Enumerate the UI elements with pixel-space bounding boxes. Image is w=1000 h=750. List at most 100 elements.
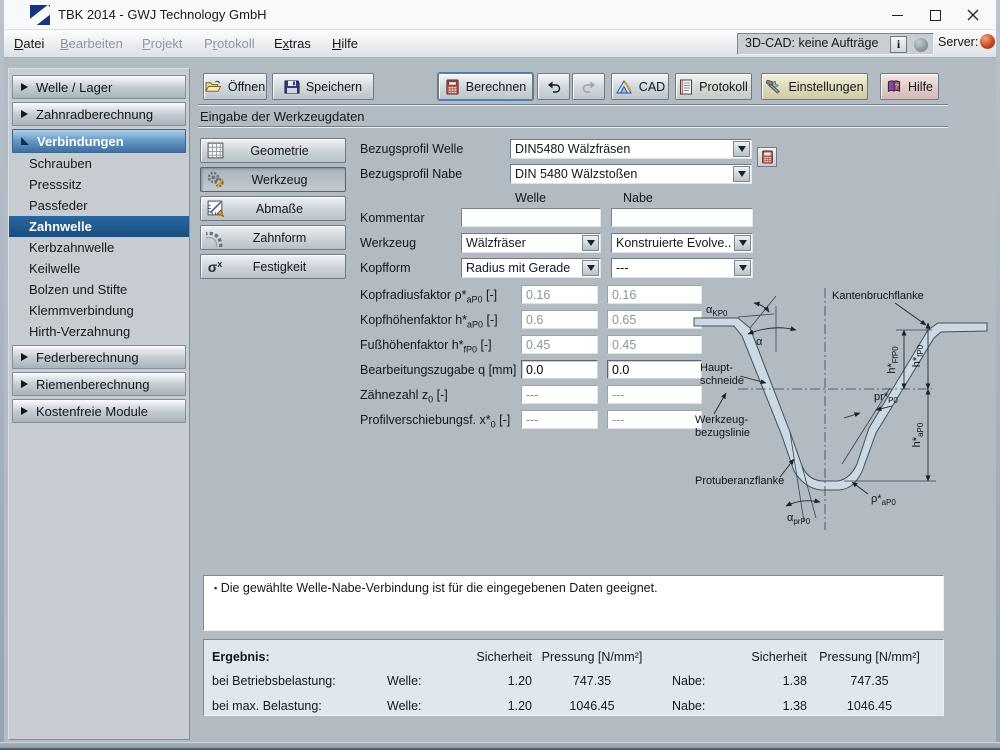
settings-button[interactable]: Einstellungen bbox=[761, 73, 868, 100]
dropdown-button[interactable] bbox=[582, 235, 599, 251]
kopfradiusfaktor-label: Kopfradiusfaktor ρ*aP0 [-] bbox=[360, 288, 497, 305]
rho-ap0-label: ρ*aP0 bbox=[871, 493, 896, 507]
separator bbox=[198, 104, 948, 106]
sidebar-item-hirth-verzahnung[interactable]: Hirth-Verzahnung bbox=[9, 321, 189, 342]
dropdown-button[interactable] bbox=[734, 260, 751, 276]
bezugsprofil-welle-select[interactable]: DIN5480 Wälzfräsen bbox=[510, 139, 752, 159]
fusshoehenfaktor-nabe-input[interactable] bbox=[607, 335, 702, 354]
dropdown-button[interactable] bbox=[733, 166, 750, 182]
profilverschiebung-nabe-input[interactable] bbox=[607, 410, 702, 429]
protocol-button[interactable]: Protokoll bbox=[675, 73, 752, 100]
result-row-label: bei Betriebsbelastung: bbox=[212, 674, 387, 688]
bearbeitungszugabe-welle-input[interactable] bbox=[521, 360, 598, 379]
window-frame-right bbox=[996, 0, 1000, 750]
module-button-geometrie[interactable]: Geometrie bbox=[200, 138, 346, 163]
profilverschiebung-welle-input[interactable] bbox=[521, 410, 598, 429]
collapse-arrow-icon bbox=[21, 137, 29, 145]
dropdown-button[interactable] bbox=[734, 235, 751, 251]
chevron-down-icon bbox=[587, 240, 595, 246]
sidebar-item-presssitz[interactable]: Presssitz bbox=[9, 174, 189, 195]
module-button-abmasse[interactable]: Abmaße bbox=[200, 196, 346, 221]
werkzeugbezugslinie-label-2: bezugslinie bbox=[695, 427, 750, 439]
sidebar-item-kerbzahnwelle[interactable]: Kerbzahnwelle bbox=[9, 237, 189, 258]
werkzeug-welle-select[interactable]: Wälzfräser bbox=[461, 233, 601, 253]
result-nabe-pressung: 1046.45 bbox=[807, 699, 932, 713]
sidebar-item-keilwelle[interactable]: Keilwelle bbox=[9, 258, 189, 279]
col-pressung-nabe: Pressung [N/mm²] bbox=[807, 650, 932, 664]
close-button[interactable] bbox=[954, 0, 992, 30]
expand-arrow-icon bbox=[21, 380, 28, 388]
sidebar-item-klemmverbindung[interactable]: Klemmverbindung bbox=[9, 300, 189, 321]
result-welle-label: Welle: bbox=[387, 699, 462, 713]
result-welle-pressung: 1046.45 bbox=[532, 699, 652, 713]
calculator-icon bbox=[445, 79, 460, 95]
kopfform-label: Kopfform bbox=[360, 261, 411, 275]
kantenbruchflanke-label: Kantenbruchflanke bbox=[832, 290, 924, 302]
expand-arrow-icon bbox=[21, 110, 28, 118]
status-message: Die gewählte Welle-Nabe-Verbindung ist f… bbox=[221, 581, 658, 595]
result-nabe-label: Nabe: bbox=[652, 699, 727, 713]
module-button-festigkeit[interactable]: σx Festigkeit bbox=[200, 254, 346, 279]
kopfradiusfaktor-nabe-input[interactable] bbox=[607, 285, 702, 304]
menu-datei[interactable]: Datei bbox=[12, 30, 46, 57]
alpha-label: α bbox=[756, 336, 763, 348]
sidebar-item-passfeder[interactable]: Passfeder bbox=[9, 195, 189, 216]
sidebar-section-riemenberechnung[interactable]: Riemenberechnung bbox=[12, 372, 186, 396]
undo-button[interactable] bbox=[537, 73, 570, 100]
kopfradiusfaktor-welle-input[interactable] bbox=[521, 285, 598, 304]
werkzeug-nabe-select[interactable]: Konstruierte Evolve... bbox=[611, 233, 753, 253]
mini-calculator-icon bbox=[761, 150, 774, 164]
sidebar-item-zahnwelle[interactable]: Zahnwelle bbox=[9, 216, 189, 237]
zaehnezahl-nabe-input[interactable] bbox=[607, 385, 702, 404]
maximize-button[interactable] bbox=[916, 0, 954, 30]
cad-status-led-icon bbox=[914, 38, 928, 52]
cad-status-panel: 3D-CAD: keine Aufträge i bbox=[737, 33, 934, 55]
chevron-down-icon bbox=[739, 265, 747, 271]
module-button-werkzeug[interactable]: Werkzeug bbox=[200, 167, 346, 192]
sidebar-section-verbindungen[interactable]: Verbindungen bbox=[12, 129, 186, 153]
redo-button[interactable] bbox=[572, 73, 605, 100]
help-button[interactable]: ? Hilfe bbox=[880, 73, 939, 100]
open-button[interactable]: Öffnen bbox=[203, 73, 267, 100]
module-button-zahnform[interactable]: Zahnform bbox=[200, 225, 346, 250]
save-button[interactable]: Speichern bbox=[272, 73, 374, 100]
sidebar-item-schrauben[interactable]: Schrauben bbox=[9, 153, 189, 174]
minimize-button[interactable] bbox=[878, 0, 916, 30]
expand-arrow-icon bbox=[21, 353, 28, 361]
sidebar-section-welle-lager[interactable]: Welle / Lager bbox=[12, 75, 186, 99]
menubar: Datei Bearbeiten Projekt Protokoll Extra… bbox=[4, 30, 996, 58]
menu-protokoll[interactable]: Protokoll bbox=[202, 30, 257, 57]
tool-gears-icon bbox=[206, 170, 225, 189]
dropdown-button[interactable] bbox=[733, 141, 750, 157]
h-ffp0-label: h*FfP0 bbox=[886, 346, 900, 374]
sidebar-item-bolzen-und-stifte[interactable]: Bolzen und Stifte bbox=[9, 279, 189, 300]
bearbeitungszugabe-label: Bearbeitungszugabe q [mm] bbox=[360, 363, 516, 380]
info-button[interactable]: i bbox=[890, 36, 907, 53]
calculate-button[interactable]: Berechnen bbox=[438, 73, 533, 100]
dropdown-button[interactable] bbox=[582, 260, 599, 276]
mini-calculator-button[interactable] bbox=[757, 147, 777, 167]
bezugsprofil-nabe-select[interactable]: DIN 5480 Wälzstoßen bbox=[510, 164, 752, 184]
menu-extras[interactable]: Extras bbox=[272, 30, 313, 57]
bearbeitungszugabe-nabe-input[interactable] bbox=[607, 360, 702, 379]
fusshoehenfaktor-welle-input[interactable] bbox=[521, 335, 598, 354]
sidebar-section-kostenfreie-module[interactable]: Kostenfreie Module bbox=[12, 399, 186, 423]
zaehnezahl-welle-input[interactable] bbox=[521, 385, 598, 404]
menu-hilfe[interactable]: Hilfe bbox=[330, 30, 360, 57]
cad-button[interactable]: CAD bbox=[611, 73, 669, 100]
werkzeug-label: Werkzeug bbox=[360, 236, 416, 250]
menu-projekt[interactable]: Projekt bbox=[140, 30, 184, 57]
sidebar-section-zahnradberechnung[interactable]: Zahnradberechnung bbox=[12, 102, 186, 126]
open-folder-icon bbox=[205, 79, 222, 94]
menu-bearbeiten[interactable]: Bearbeiten bbox=[58, 30, 125, 57]
kopfform-welle-select[interactable]: Radius mit Gerade bbox=[461, 258, 601, 278]
help-book-icon: ? bbox=[886, 79, 902, 94]
tool-profile-band bbox=[694, 318, 987, 490]
sidebar-section-federberechnung[interactable]: Federberechnung bbox=[12, 345, 186, 369]
kommentar-nabe-input[interactable] bbox=[611, 208, 753, 227]
status-message-box: ▪ Die gewählte Welle-Nabe-Verbindung ist… bbox=[203, 575, 944, 631]
kommentar-welle-input[interactable] bbox=[461, 208, 601, 227]
kopfhoehenfaktor-welle-input[interactable] bbox=[521, 310, 598, 329]
kopfform-nabe-select[interactable]: --- bbox=[611, 258, 753, 278]
kopfhoehenfaktor-nabe-input[interactable] bbox=[607, 310, 702, 329]
